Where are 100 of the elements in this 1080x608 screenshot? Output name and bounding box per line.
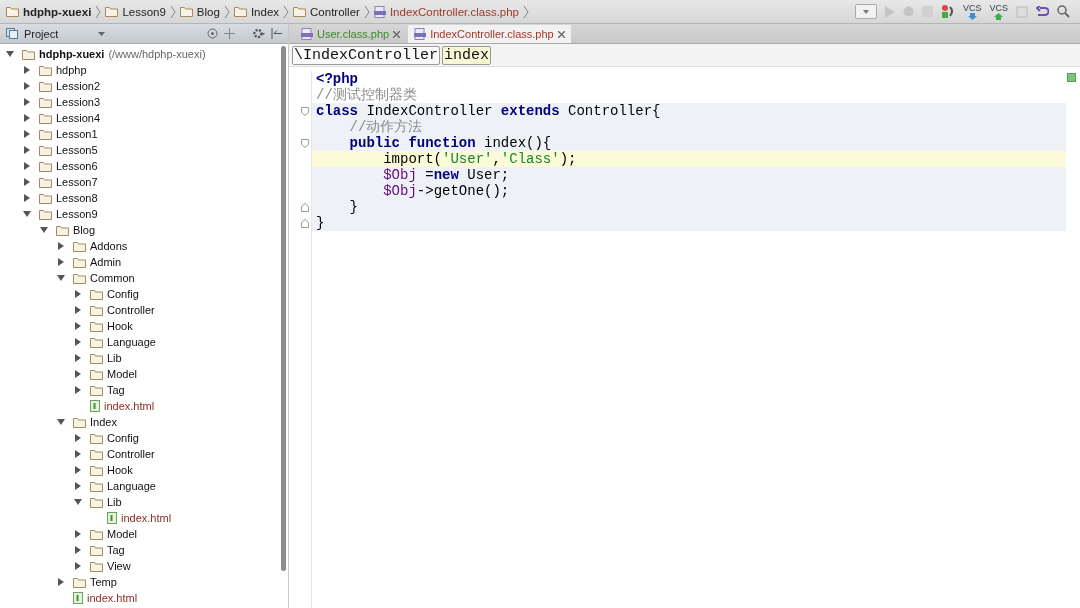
tree-item[interactable]: Blog <box>0 222 288 238</box>
tree-item-label: Model <box>107 528 137 540</box>
tree-item[interactable]: Language <box>0 334 288 350</box>
tree-item[interactable]: View <box>0 558 288 574</box>
status-marker <box>1067 73 1076 82</box>
editor-tab[interactable]: IndexController.class.php <box>408 25 571 43</box>
tree-item[interactable]: Lib <box>0 494 288 510</box>
breadcrumb[interactable]: Index <box>233 5 280 18</box>
collapsed-arrow-icon[interactable] <box>57 578 65 586</box>
tree-item-label: Lesson9 <box>56 208 98 220</box>
expanded-arrow-icon[interactable] <box>40 226 48 234</box>
expanded-arrow-icon[interactable] <box>23 210 31 218</box>
chevron-icon <box>363 4 370 19</box>
tree-item[interactable]: index.html <box>0 398 288 414</box>
close-icon[interactable] <box>393 30 401 38</box>
tree-item[interactable]: hdphp <box>0 62 288 78</box>
expanded-arrow-icon[interactable] <box>57 274 65 282</box>
tree-item[interactable]: Config <box>0 430 288 446</box>
tree-item[interactable]: Temp <box>0 574 288 590</box>
fold-end-icon[interactable] <box>301 202 309 212</box>
expanded-arrow-icon[interactable] <box>6 50 14 58</box>
tree-item[interactable]: Lesson8 <box>0 190 288 206</box>
tree-item[interactable]: Model <box>0 526 288 542</box>
search-icon[interactable] <box>1057 5 1070 18</box>
folder-icon <box>56 224 69 236</box>
tree-item[interactable]: Lession3 <box>0 94 288 110</box>
folder-icon <box>39 64 52 76</box>
folder-icon <box>73 576 86 588</box>
folder-icon <box>39 192 52 204</box>
tree-item-label: Temp <box>90 576 117 588</box>
tree-item[interactable]: Index <box>0 414 288 430</box>
folder-icon <box>73 416 86 428</box>
tree-item[interactable]: Addons <box>0 238 288 254</box>
tree-item-label: Tag <box>107 544 125 556</box>
fold-icon[interactable] <box>301 138 309 148</box>
html-file-icon <box>107 512 117 524</box>
tree-item[interactable]: Tag <box>0 542 288 558</box>
folder-icon <box>39 128 52 140</box>
breadcrumb[interactable]: IndexController.class.php <box>373 5 520 18</box>
tree-item-label: Config <box>107 432 139 444</box>
locate-icon[interactable] <box>207 28 218 39</box>
breadcrumb[interactable]: Lesson9 <box>105 5 166 18</box>
tree-item-label: hdphp <box>56 64 87 76</box>
vcs-commit-button[interactable]: VCS <box>989 3 1008 20</box>
tree-item[interactable]: Controller <box>0 446 288 462</box>
tree-item[interactable]: Config <box>0 286 288 302</box>
php-file-icon <box>373 5 386 18</box>
panel-title[interactable]: Project <box>24 27 92 40</box>
folder-icon <box>90 304 103 316</box>
folder-icon <box>90 528 103 540</box>
tree-item[interactable]: Tag <box>0 382 288 398</box>
tree-item[interactable]: Lesson7 <box>0 174 288 190</box>
folder-icon <box>179 6 193 17</box>
tree-item[interactable]: Lesson6 <box>0 158 288 174</box>
tree-item[interactable]: Hook <box>0 318 288 334</box>
code-path-segment[interactable]: index <box>442 45 492 65</box>
tree-item-label: index.html <box>121 512 172 524</box>
project-path: (/www/hdphp-xuexi) <box>108 48 206 60</box>
tree-item[interactable]: Lession4 <box>0 110 288 126</box>
breadcrumb[interactable]: Blog <box>179 5 220 18</box>
folder-icon <box>90 368 103 380</box>
expanded-arrow-icon[interactable] <box>57 418 65 426</box>
fold-end-icon[interactable] <box>301 218 309 228</box>
tree-item-label: index.html <box>87 592 138 604</box>
tree-item[interactable]: index.html <box>0 590 288 606</box>
tree-item[interactable]: Lession2 <box>0 78 288 94</box>
tree-item-label: Lesson6 <box>56 160 98 172</box>
caret-icon <box>862 9 869 14</box>
hide-panel-icon[interactable] <box>271 28 282 39</box>
tree-item-label: Admin <box>90 256 122 268</box>
tree-item[interactable]: Admin <box>0 254 288 270</box>
tree-item[interactable]: Model <box>0 366 288 382</box>
tree-item[interactable]: hdphp-xuexi (/www/hdphp-xuexi) <box>0 46 288 62</box>
undo-icon[interactable] <box>1036 5 1049 18</box>
breadcrumb[interactable]: hdphp-xuexi <box>6 5 92 18</box>
expanded-arrow-icon[interactable] <box>74 498 82 506</box>
tab-label: IndexController.class.php <box>430 28 554 40</box>
scrollbar[interactable] <box>281 46 286 571</box>
caret-icon[interactable] <box>98 31 105 36</box>
run-config-dropdown[interactable] <box>854 4 877 19</box>
code-path-segment[interactable]: \IndexController <box>292 45 441 65</box>
tree-item[interactable]: Lib <box>0 350 288 366</box>
settings-icon[interactable] <box>253 28 265 39</box>
tree-item[interactable]: Lesson9 <box>0 206 288 222</box>
fold-icon[interactable] <box>301 106 309 116</box>
breadcrumb[interactable]: Controller <box>293 5 360 18</box>
tree-item[interactable]: Controller <box>0 302 288 318</box>
chevron-icon <box>223 4 230 19</box>
folder-icon <box>90 352 103 364</box>
tree-item[interactable]: Hook <box>0 462 288 478</box>
tree-item-label: Lession4 <box>56 112 101 124</box>
tree-item[interactable]: index.html <box>0 510 288 526</box>
tree-item-label: Config <box>107 288 139 300</box>
folder-icon <box>90 464 103 476</box>
close-icon[interactable] <box>557 30 565 38</box>
tree-item[interactable]: Lesson1 <box>0 126 288 142</box>
tree-item[interactable]: Lesson5 <box>0 142 288 158</box>
tree-item[interactable]: Common <box>0 270 288 286</box>
vcs-update-button[interactable]: VCS <box>962 3 982 20</box>
tree-item[interactable]: Language <box>0 478 288 494</box>
